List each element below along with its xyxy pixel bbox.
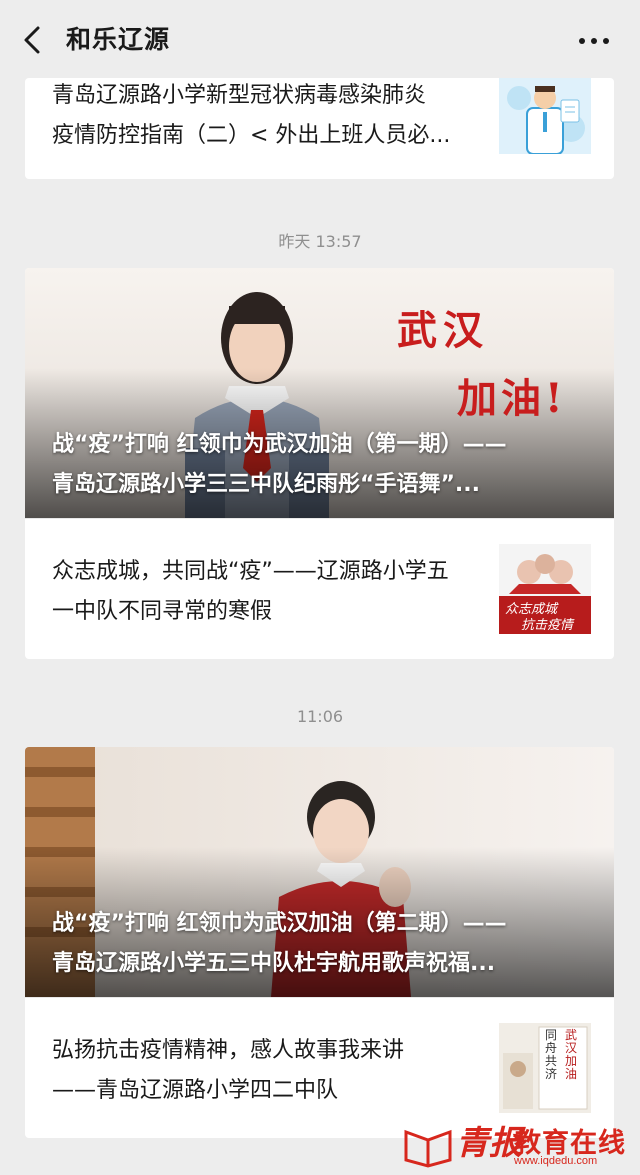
- page-title: 和乐辽源: [66, 25, 171, 54]
- chevron-left-icon: [24, 26, 40, 54]
- watermark-logo-text: 青报: [456, 1123, 522, 1162]
- timestamp: 11:06: [296, 707, 344, 726]
- article-title: 青岛辽源路小学新型冠状病毒感染肺炎 疫情防控指南（二）< 外出上班人员必...: [52, 78, 492, 156]
- article-row[interactable]: 众志成城，共同战“疫”——辽源路小学五 一中队不同寻常的寒假 众志成城 抗击疫情: [25, 518, 614, 659]
- article-card[interactable]: 青岛辽源路小学新型冠状病毒感染肺炎 疫情防控指南（二）< 外出上班人员必...: [25, 78, 614, 179]
- article-row[interactable]: 弘扬抗击疫情精神，感人故事我来讲 ——青岛辽源路小学四二中队 同舟共济 武汉加油: [25, 997, 614, 1138]
- thumbnail-text: 武汉加油: [565, 1028, 578, 1081]
- thumbnail-text: 同舟共济: [545, 1028, 558, 1081]
- article-title-line: 弘扬抗击疫情精神，感人故事我来讲: [52, 1038, 405, 1063]
- cover-article[interactable]: 武汉 加油! 战“疫”打响 红领巾为武汉加油（第一期）—— 青岛辽源路小学三三中…: [25, 268, 614, 518]
- article-thumbnail: 同舟共济 武汉加油: [499, 1023, 591, 1113]
- thumbnail-text: 抗击疫情: [521, 618, 574, 633]
- cover-title: 青岛辽源路小学三三中队纪雨彤“手语舞”...: [52, 472, 480, 497]
- cover-title: 战“疫”打响 红领巾为武汉加油（第一期）——: [52, 432, 507, 457]
- back-button[interactable]: [14, 20, 54, 60]
- watermark-logo-icon: [404, 1129, 452, 1168]
- cover-overlay-text: 武汉: [397, 307, 489, 354]
- article-title-line: 一中队不同寻常的寒假: [52, 599, 273, 624]
- cover-title: 战“疫”打响 红领巾为武汉加油（第二期）——: [52, 911, 507, 936]
- article-thumbnail: 众志成城 抗击疫情: [499, 544, 591, 634]
- top-bar: 和乐辽源: [0, 0, 640, 80]
- article-title: 众志成城，共同战“疫”——辽源路小学五 一中队不同寻常的寒假: [52, 552, 492, 632]
- more-button[interactable]: [572, 20, 620, 60]
- timestamp: 昨天 13:57: [278, 232, 362, 251]
- article-title-line: 疫情防控指南（二）< 外出上班人员必...: [52, 123, 451, 148]
- article-thumbnail: [499, 78, 591, 154]
- article-title-line: ——青岛辽源路小学四二中队: [52, 1078, 339, 1103]
- cover-article[interactable]: 战“疫”打响 红领巾为武汉加油（第二期）—— 青岛辽源路小学五三中队杜宇航用歌声…: [25, 747, 614, 997]
- cover-title: 青岛辽源路小学五三中队杜宇航用歌声祝福...: [52, 951, 496, 976]
- cover-overlay-text: 加油!: [457, 375, 567, 422]
- article-title: 弘扬抗击疫情精神，感人故事我来讲 ——青岛辽源路小学四二中队: [52, 1031, 492, 1111]
- article-title-line: 青岛辽源路小学新型冠状病毒感染肺炎: [52, 83, 427, 108]
- article-card-group: 武汉 加油! 战“疫”打响 红领巾为武汉加油（第一期）—— 青岛辽源路小学三三中…: [25, 268, 614, 659]
- article-title-line: 众志成城，共同战“疫”——辽源路小学五: [52, 559, 449, 584]
- ellipsis-icon: [579, 38, 609, 44]
- article-card-group: 战“疫”打响 红领巾为武汉加油（第二期）—— 青岛辽源路小学五三中队杜宇航用歌声…: [25, 747, 614, 1138]
- watermark-url: www.iqdedu.com: [514, 1155, 598, 1167]
